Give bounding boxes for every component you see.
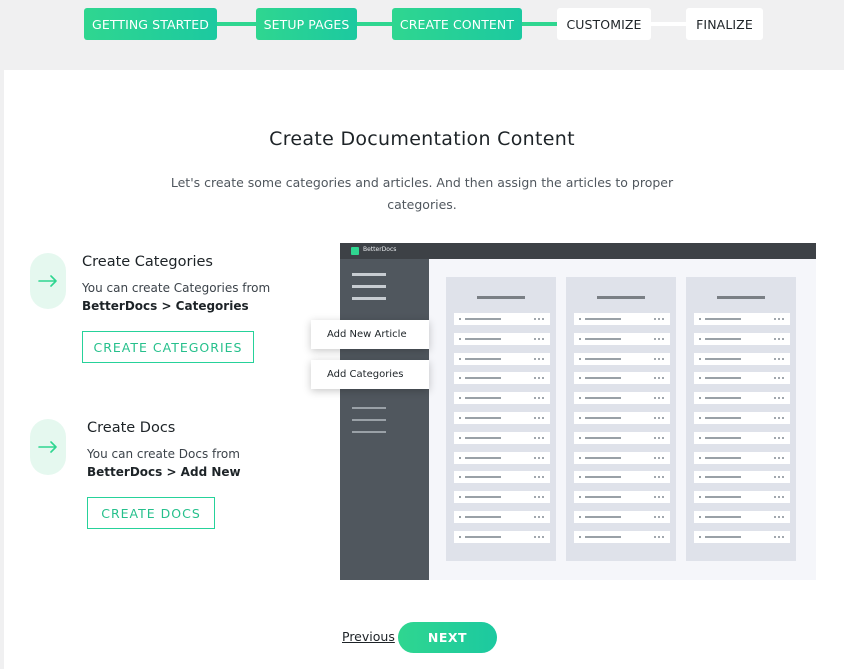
step-getting-started[interactable]: GETTING STARTED xyxy=(84,8,217,40)
illustration-row xyxy=(694,511,790,523)
create-docs-description: You can create Docs from BetterDocs > Ad… xyxy=(87,445,241,481)
illustration-column-heading xyxy=(597,296,645,299)
illustration-row xyxy=(454,471,550,484)
illustration-row xyxy=(694,392,790,405)
illustration-brand: BetterDocs xyxy=(363,246,397,253)
illustration-column xyxy=(686,277,796,561)
setup-wizard-stepper: GETTING STARTED SETUP PAGES CREATE CONTE… xyxy=(84,8,764,40)
illustration-row xyxy=(694,530,790,543)
menu-line-icon xyxy=(352,297,386,300)
illustration-row xyxy=(694,471,790,484)
stepper-connector xyxy=(216,22,256,26)
illustration-row xyxy=(694,352,790,365)
menu-line-icon xyxy=(352,285,386,288)
menu-line-icon xyxy=(352,273,386,276)
illustration-row xyxy=(454,352,550,365)
create-categories-desc-text: You can create Categories from xyxy=(82,281,271,295)
arrow-right-icon xyxy=(30,419,66,475)
menu-line-icon xyxy=(352,407,386,409)
create-docs-desc-text: You can create Docs from xyxy=(87,447,240,461)
create-categories-title: Create Categories xyxy=(82,254,213,270)
illustration-row xyxy=(454,511,550,523)
create-categories-desc-path: BetterDocs > Categories xyxy=(82,299,249,313)
menu-line-icon xyxy=(352,419,386,421)
illustration-row xyxy=(694,431,790,444)
illustration-row xyxy=(454,372,550,385)
illustration-row xyxy=(454,412,550,424)
illustration-row xyxy=(454,313,550,325)
illustration-row xyxy=(574,392,670,405)
illustration-row xyxy=(574,372,670,385)
illustration-sidebar xyxy=(340,259,429,580)
step-setup-pages[interactable]: SETUP PAGES xyxy=(256,8,357,40)
create-docs-button[interactable]: CREATE DOCS xyxy=(87,497,215,529)
illustration-row xyxy=(694,332,790,345)
illustration-row xyxy=(574,332,670,345)
illustration-row xyxy=(574,352,670,365)
illustration-topbar: BetterDocs xyxy=(340,243,816,259)
stepper-connector xyxy=(356,22,392,26)
stepper-connector xyxy=(650,22,686,26)
illustration-row xyxy=(454,332,550,345)
step-finalize[interactable]: FINALIZE xyxy=(686,8,763,40)
illustration-row xyxy=(574,412,670,424)
menu-line-icon xyxy=(352,431,386,433)
illustration-column-heading xyxy=(717,296,765,299)
illustration-row xyxy=(574,313,670,325)
illustration-row xyxy=(574,530,670,543)
illustration-row xyxy=(574,511,670,523)
illustration-column-heading xyxy=(477,296,525,299)
create-categories-button[interactable]: CREATE CATEGORIES xyxy=(82,331,254,363)
illustration-column xyxy=(566,277,676,561)
create-categories-description: You can create Categories from BetterDoc… xyxy=(82,279,270,315)
page-subtitle: Let's create some categories and article… xyxy=(170,175,674,212)
betterdocs-dashboard-illustration: BetterDocs xyxy=(340,243,816,580)
illustration-row xyxy=(694,491,790,504)
illustration-column xyxy=(446,277,556,561)
illustration-row xyxy=(574,491,670,504)
illustration-row xyxy=(454,392,550,405)
illustration-menu-add-categories: Add Categories xyxy=(311,360,429,389)
illustration-row xyxy=(574,451,670,464)
illustration-menu-add-new-article: Add New Article xyxy=(311,320,429,349)
page-title: Create Documentation Content xyxy=(269,128,575,150)
illustration-row xyxy=(694,451,790,464)
illustration-row xyxy=(694,372,790,385)
illustration-row xyxy=(454,431,550,444)
previous-link[interactable]: Previous xyxy=(342,629,395,644)
create-docs-desc-path: BetterDocs > Add New xyxy=(87,465,241,479)
illustration-row xyxy=(694,412,790,424)
create-docs-title: Create Docs xyxy=(87,420,176,436)
illustration-row xyxy=(574,471,670,484)
illustration-row xyxy=(454,530,550,543)
stepper-connector xyxy=(522,22,558,26)
betterdocs-logo-icon xyxy=(351,247,359,255)
arrow-right-icon xyxy=(30,253,66,309)
next-button[interactable]: NEXT xyxy=(398,622,497,653)
illustration-row xyxy=(454,491,550,504)
step-customize[interactable]: CUSTOMIZE xyxy=(557,8,651,40)
illustration-row xyxy=(574,431,670,444)
illustration-row xyxy=(694,313,790,325)
illustration-row xyxy=(454,451,550,464)
step-create-content[interactable]: CREATE CONTENT xyxy=(392,8,522,40)
